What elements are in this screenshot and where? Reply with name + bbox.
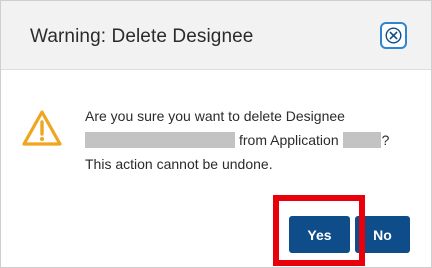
message-line-1: Are you sure you want to delete Designee: [85, 108, 345, 124]
dialog-title: Warning: Delete Designee: [30, 26, 254, 47]
dialog-header: Warning: Delete Designee: [1, 1, 431, 70]
message-question-mark: ?: [381, 132, 390, 148]
delete-designee-dialog: Warning: Delete Designee Are you sure yo…: [0, 0, 432, 268]
yes-button-highlight: [273, 195, 365, 266]
confirmation-message: Are you sure you want to delete Designee…: [85, 104, 405, 176]
message-from-application: from Application: [239, 132, 339, 148]
redacted-designee-name: [85, 132, 235, 148]
no-button-label: No: [373, 226, 392, 243]
message-line-2: from Application?: [85, 128, 405, 152]
message-line-3: This action cannot be undone.: [85, 156, 273, 172]
close-icon: [385, 27, 402, 44]
warning-triangle-icon: [22, 110, 62, 146]
close-button[interactable]: [380, 22, 407, 49]
redacted-application-id: [342, 132, 381, 148]
